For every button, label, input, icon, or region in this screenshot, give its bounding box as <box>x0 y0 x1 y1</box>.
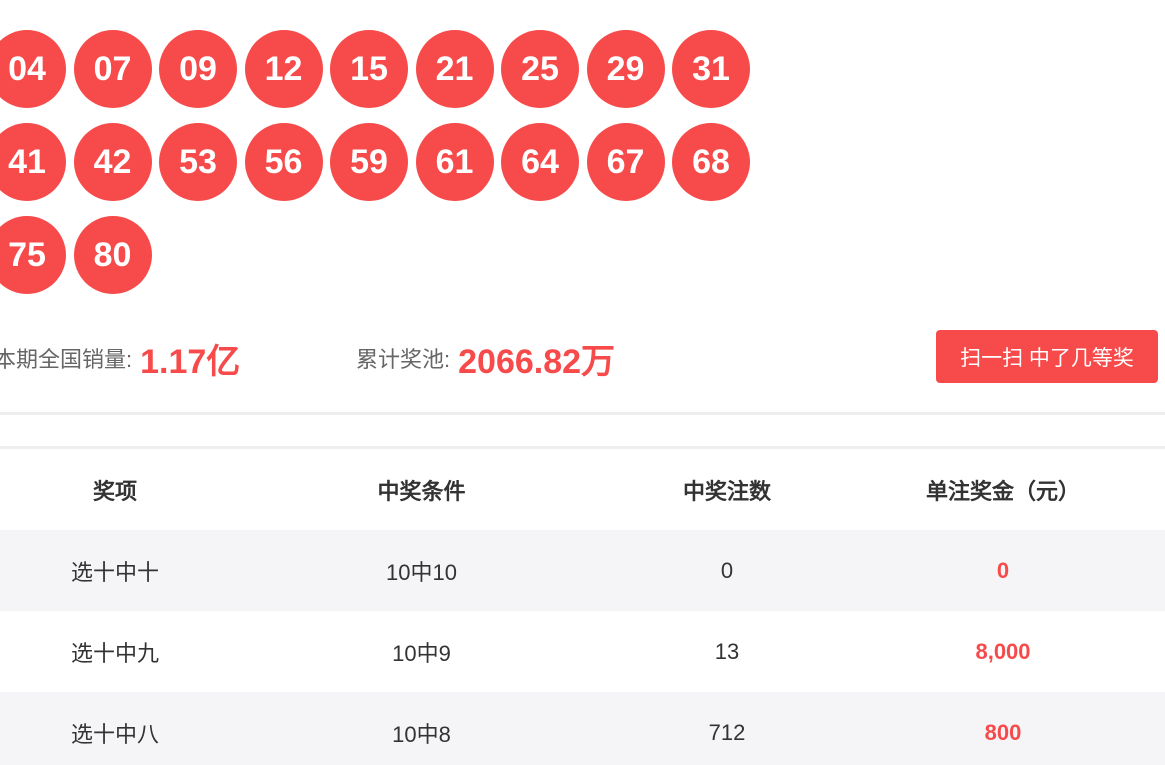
table-header-row: 奖项 中奖条件 中奖注数 单注奖金（元） <box>0 449 1165 530</box>
number-ball: 59 <box>330 123 408 201</box>
prize-table: 奖项 中奖条件 中奖注数 单注奖金（元） 选十中十 10中10 0 0 选十中九… <box>0 449 1165 765</box>
number-ball: 80 <box>73 216 152 294</box>
sales-label: 本期全国销量: <box>0 347 133 372</box>
number-ball: 15 <box>330 30 408 108</box>
winner-count-cell: 13 <box>714 638 740 664</box>
number-ball: 41 <box>0 123 66 201</box>
number-ball: 61 <box>415 123 494 201</box>
draw-numbers: 04 07 09 12 15 21 25 29 31 41 42 53 56 5… <box>0 30 768 309</box>
prize-amount-cell: 8,000 <box>975 638 1031 664</box>
pool-stat: 累计奖池: 2066.82万 <box>356 330 615 386</box>
number-ball: 75 <box>0 216 66 294</box>
divider <box>0 412 1165 415</box>
table-row: 选十中九 10中9 13 8,000 <box>0 611 1165 692</box>
column-header: 奖项 <box>92 478 137 504</box>
number-ball: 09 <box>159 30 237 108</box>
number-ball: 53 <box>159 123 237 201</box>
ball-row: 75 80 <box>0 216 768 294</box>
scan-check-prize-button[interactable]: 扫一扫 中了几等奖 <box>936 330 1158 383</box>
ball-row: 41 42 53 56 59 61 64 67 68 <box>0 123 768 201</box>
number-ball: 56 <box>244 123 323 201</box>
prize-amount-cell: 0 <box>996 557 1010 583</box>
number-ball: 12 <box>244 30 323 108</box>
pool-value: 2066.82万 <box>458 342 616 381</box>
number-ball: 31 <box>672 30 750 108</box>
prize-level-cell: 选十中九 <box>70 640 159 666</box>
sales-value: 1.17亿 <box>140 342 241 381</box>
prize-condition-cell: 10中10 <box>386 559 457 585</box>
column-header: 中奖注数 <box>682 478 771 504</box>
prize-amount-cell: 800 <box>984 719 1022 745</box>
table-row: 选十中八 10中8 712 800 <box>0 692 1165 765</box>
sales-stat: 本期全国销量: 1.17亿 <box>0 330 240 386</box>
number-ball: 21 <box>415 30 494 108</box>
number-ball: 25 <box>501 30 579 108</box>
lottery-result-page: 04 07 09 12 15 21 25 29 31 41 42 53 56 5… <box>0 0 1165 765</box>
winner-count-cell: 0 <box>720 557 734 583</box>
prize-level-cell: 选十中八 <box>70 721 159 747</box>
prize-level-cell: 选十中十 <box>70 559 159 585</box>
prize-condition-cell: 10中8 <box>392 721 451 747</box>
pool-label: 累计奖池: <box>356 347 451 372</box>
table-row: 选十中十 10中10 0 0 <box>0 530 1165 611</box>
number-ball: 04 <box>0 30 66 108</box>
winner-count-cell: 712 <box>708 719 746 745</box>
column-header: 中奖条件 <box>377 478 466 504</box>
prize-condition-cell: 10中9 <box>392 640 451 666</box>
number-ball: 29 <box>586 30 665 108</box>
column-header: 单注奖金（元） <box>925 478 1080 504</box>
number-ball: 42 <box>73 123 152 201</box>
number-ball: 68 <box>672 123 750 201</box>
sales-summary: 本期全国销量: 1.17亿 累计奖池: 2066.82万 扫一扫 中了几等奖 <box>0 330 1165 386</box>
number-ball: 07 <box>73 30 152 108</box>
number-ball: 67 <box>586 123 665 201</box>
ball-row: 04 07 09 12 15 21 25 29 31 <box>0 30 768 108</box>
number-ball: 64 <box>501 123 579 201</box>
